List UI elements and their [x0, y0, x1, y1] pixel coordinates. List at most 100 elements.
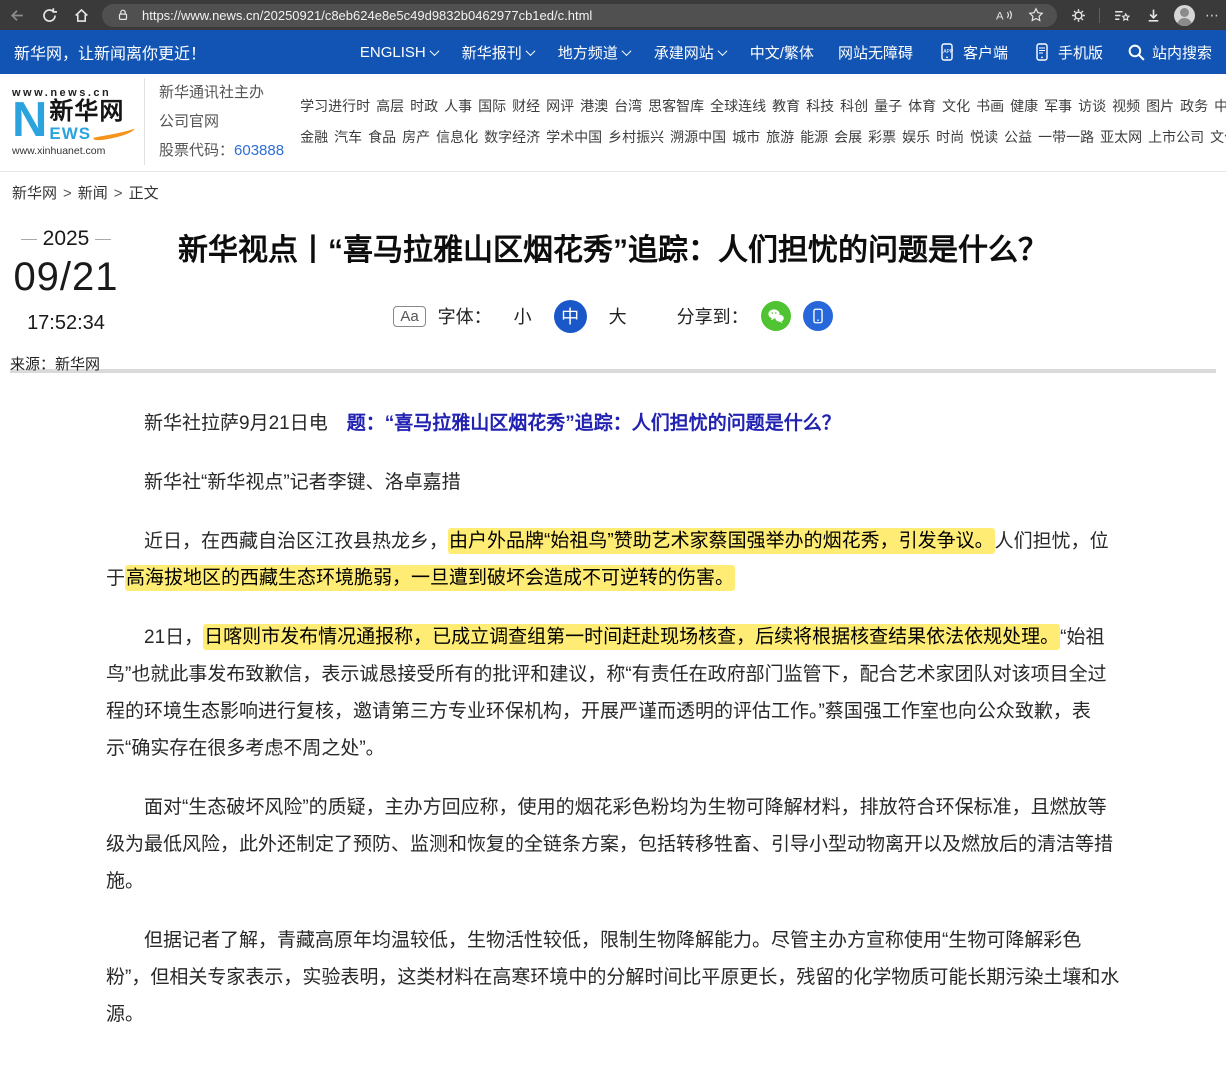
stock-line: 股票代码：603888	[159, 136, 284, 165]
nav-link[interactable]: 公益	[1004, 122, 1032, 153]
article-paragraph: 但据记者了解，青藏高原年均温较低，生物活性较低，限制生物降解能力。尽管主办方宣称…	[106, 922, 1120, 1033]
lock-icon[interactable]	[112, 4, 134, 26]
nav-link[interactable]: 汽车	[334, 122, 362, 153]
svg-text:APP: APP	[943, 49, 954, 55]
nav-link[interactable]: 食品	[368, 122, 396, 153]
xinhuanet-logo[interactable]: www.news.cn N 新华网 EWS www.xinhuanet.com	[12, 87, 134, 157]
nav-link[interactable]: 网评	[546, 91, 574, 122]
site-header: www.news.cn N 新华网 EWS www.xinhuanet.com …	[0, 74, 1226, 172]
article-header: 2025 09/21 17:52:34 来源：新华网 新华视点丨“喜马拉雅山区烟…	[0, 209, 1226, 357]
nav-link[interactable]: 会展	[834, 122, 862, 153]
nav-link[interactable]: 高层	[376, 91, 404, 122]
favorites-bar-icon[interactable]	[1110, 4, 1132, 26]
home-icon[interactable]	[70, 4, 92, 26]
profile-avatar[interactable]	[1174, 5, 1195, 26]
breadcrumb: 新华网>新闻>正文	[0, 172, 1226, 209]
font-size-medium-button[interactable]: 中	[554, 300, 587, 333]
nav-link[interactable]: 城市	[732, 122, 760, 153]
nav-link[interactable]: 国际	[478, 91, 506, 122]
nav-link[interactable]: 文化产业	[1210, 122, 1226, 153]
font-aa-icon[interactable]: Aa	[393, 306, 425, 327]
topbar-menu[interactable]: 承建网站	[654, 42, 726, 63]
source: 来源：新华网	[10, 353, 122, 374]
nav-link[interactable]: 全球连线	[710, 91, 766, 122]
breadcrumb-item[interactable]: 新华网	[12, 185, 57, 202]
logo-swoosh	[93, 125, 136, 141]
font-size-small-button[interactable]: 小	[504, 303, 542, 329]
read-aloud-icon[interactable]: A	[993, 4, 1015, 26]
date-year: 2025	[10, 227, 122, 251]
nav-link[interactable]: 溯源中国	[670, 122, 726, 153]
downloads-icon[interactable]	[1142, 4, 1164, 26]
publish-time: 17:52:34	[10, 312, 122, 335]
nav-link[interactable]: 思客智库	[648, 91, 704, 122]
topbar-menu[interactable]: 网站无障碍	[838, 42, 913, 63]
highlighted-text: 高海拔地区的西藏生态环境脆弱，一旦遭到破坏会造成不可逆转的伤害。	[125, 565, 735, 591]
svg-text:A: A	[996, 10, 1004, 22]
topbar-menu[interactable]: 中文/繁体	[750, 42, 814, 63]
share-mobile-button[interactable]	[803, 301, 833, 331]
article-paragraph: 新华社拉萨9月21日电 题：“喜马拉雅山区烟花秀”追踪：人们担忧的问题是什么？	[106, 405, 1120, 442]
toolbar-divider	[1099, 8, 1100, 23]
nav-link[interactable]: 教育	[772, 91, 800, 122]
nav-link[interactable]: 量子	[874, 91, 902, 122]
nav-link[interactable]: 科创	[840, 91, 868, 122]
topbar-menu[interactable]: 新华报刊	[462, 42, 534, 63]
extensions-icon[interactable]	[1067, 4, 1089, 26]
nav-link[interactable]: 金融	[300, 122, 328, 153]
refresh-icon[interactable]	[38, 4, 60, 26]
nav-link[interactable]: 图片	[1146, 91, 1174, 122]
nav-link[interactable]: 军事	[1044, 91, 1072, 122]
mobile-version-link[interactable]: 手机版	[1032, 42, 1103, 63]
nav-link[interactable]: 一带一路	[1038, 122, 1094, 153]
nav-link[interactable]: 学习进行时	[300, 91, 370, 122]
chevron-down-icon	[717, 46, 727, 56]
nav-link[interactable]: 中央文件	[1214, 91, 1226, 122]
source-link[interactable]: 新华网	[55, 356, 100, 373]
font-size-large-button[interactable]: 大	[599, 303, 637, 329]
nav-link[interactable]: 体育	[908, 91, 936, 122]
favorite-star-icon[interactable]	[1025, 4, 1047, 26]
org-line: 公司官网	[159, 107, 284, 136]
url-text[interactable]: https://www.news.cn/20250921/c8eb624e8e5…	[142, 8, 592, 23]
share-wechat-button[interactable]	[761, 301, 791, 331]
nav-link[interactable]: 亚太网	[1100, 122, 1142, 153]
nav-link[interactable]: 数字经济	[484, 122, 540, 153]
nav-link[interactable]: 时政	[410, 91, 438, 122]
nav-link[interactable]: 视频	[1112, 91, 1140, 122]
topbar-menu[interactable]: 地方频道	[558, 42, 630, 63]
nav-link[interactable]: 旅游	[766, 122, 794, 153]
nav-link[interactable]: 房产	[402, 122, 430, 153]
stock-code[interactable]: 603888	[234, 142, 284, 159]
paragraph-text: 21日，	[144, 627, 203, 648]
org-info: 新华通讯社主办 公司官网 股票代码：603888	[144, 78, 284, 166]
nav-link[interactable]: 台湾	[614, 91, 642, 122]
nav-link[interactable]: 上市公司	[1148, 122, 1204, 153]
nav-link[interactable]: 健康	[1010, 91, 1038, 122]
nav-link[interactable]: 学术中国	[546, 122, 602, 153]
nav-link[interactable]: 信息化	[436, 122, 478, 153]
nav-link[interactable]: 人事	[444, 91, 472, 122]
nav-link[interactable]: 书画	[976, 91, 1004, 122]
url-bar[interactable]: https://www.news.cn/20250921/c8eb624e8e5…	[102, 4, 1057, 27]
breadcrumb-item[interactable]: 新闻	[78, 185, 108, 202]
back-icon[interactable]	[6, 4, 28, 26]
nav-link[interactable]: 乡村振兴	[608, 122, 664, 153]
nav-link[interactable]: 能源	[800, 122, 828, 153]
nav-link[interactable]: 彩票	[868, 122, 896, 153]
more-menu-icon[interactable]: ⋯	[1205, 7, 1220, 24]
nav-link[interactable]: 政务	[1180, 91, 1208, 122]
app-client-link[interactable]: APP 客户端	[937, 42, 1008, 63]
nav-link[interactable]: 财经	[512, 91, 540, 122]
nav-link[interactable]: 悦读	[970, 122, 998, 153]
site-search-button[interactable]: 站内搜索	[1127, 42, 1212, 63]
nav-link[interactable]: 娱乐	[902, 122, 930, 153]
site-slogan-link[interactable]: 新华网，让新闻离你更近！	[14, 40, 206, 64]
nav-link[interactable]: 访谈	[1078, 91, 1106, 122]
nav-link[interactable]: 文化	[942, 91, 970, 122]
nav-link[interactable]: 科技	[806, 91, 834, 122]
topbar-menu[interactable]: ENGLISH	[360, 44, 438, 61]
chevron-down-icon	[525, 46, 535, 56]
nav-link[interactable]: 时尚	[936, 122, 964, 153]
nav-link[interactable]: 港澳	[580, 91, 608, 122]
